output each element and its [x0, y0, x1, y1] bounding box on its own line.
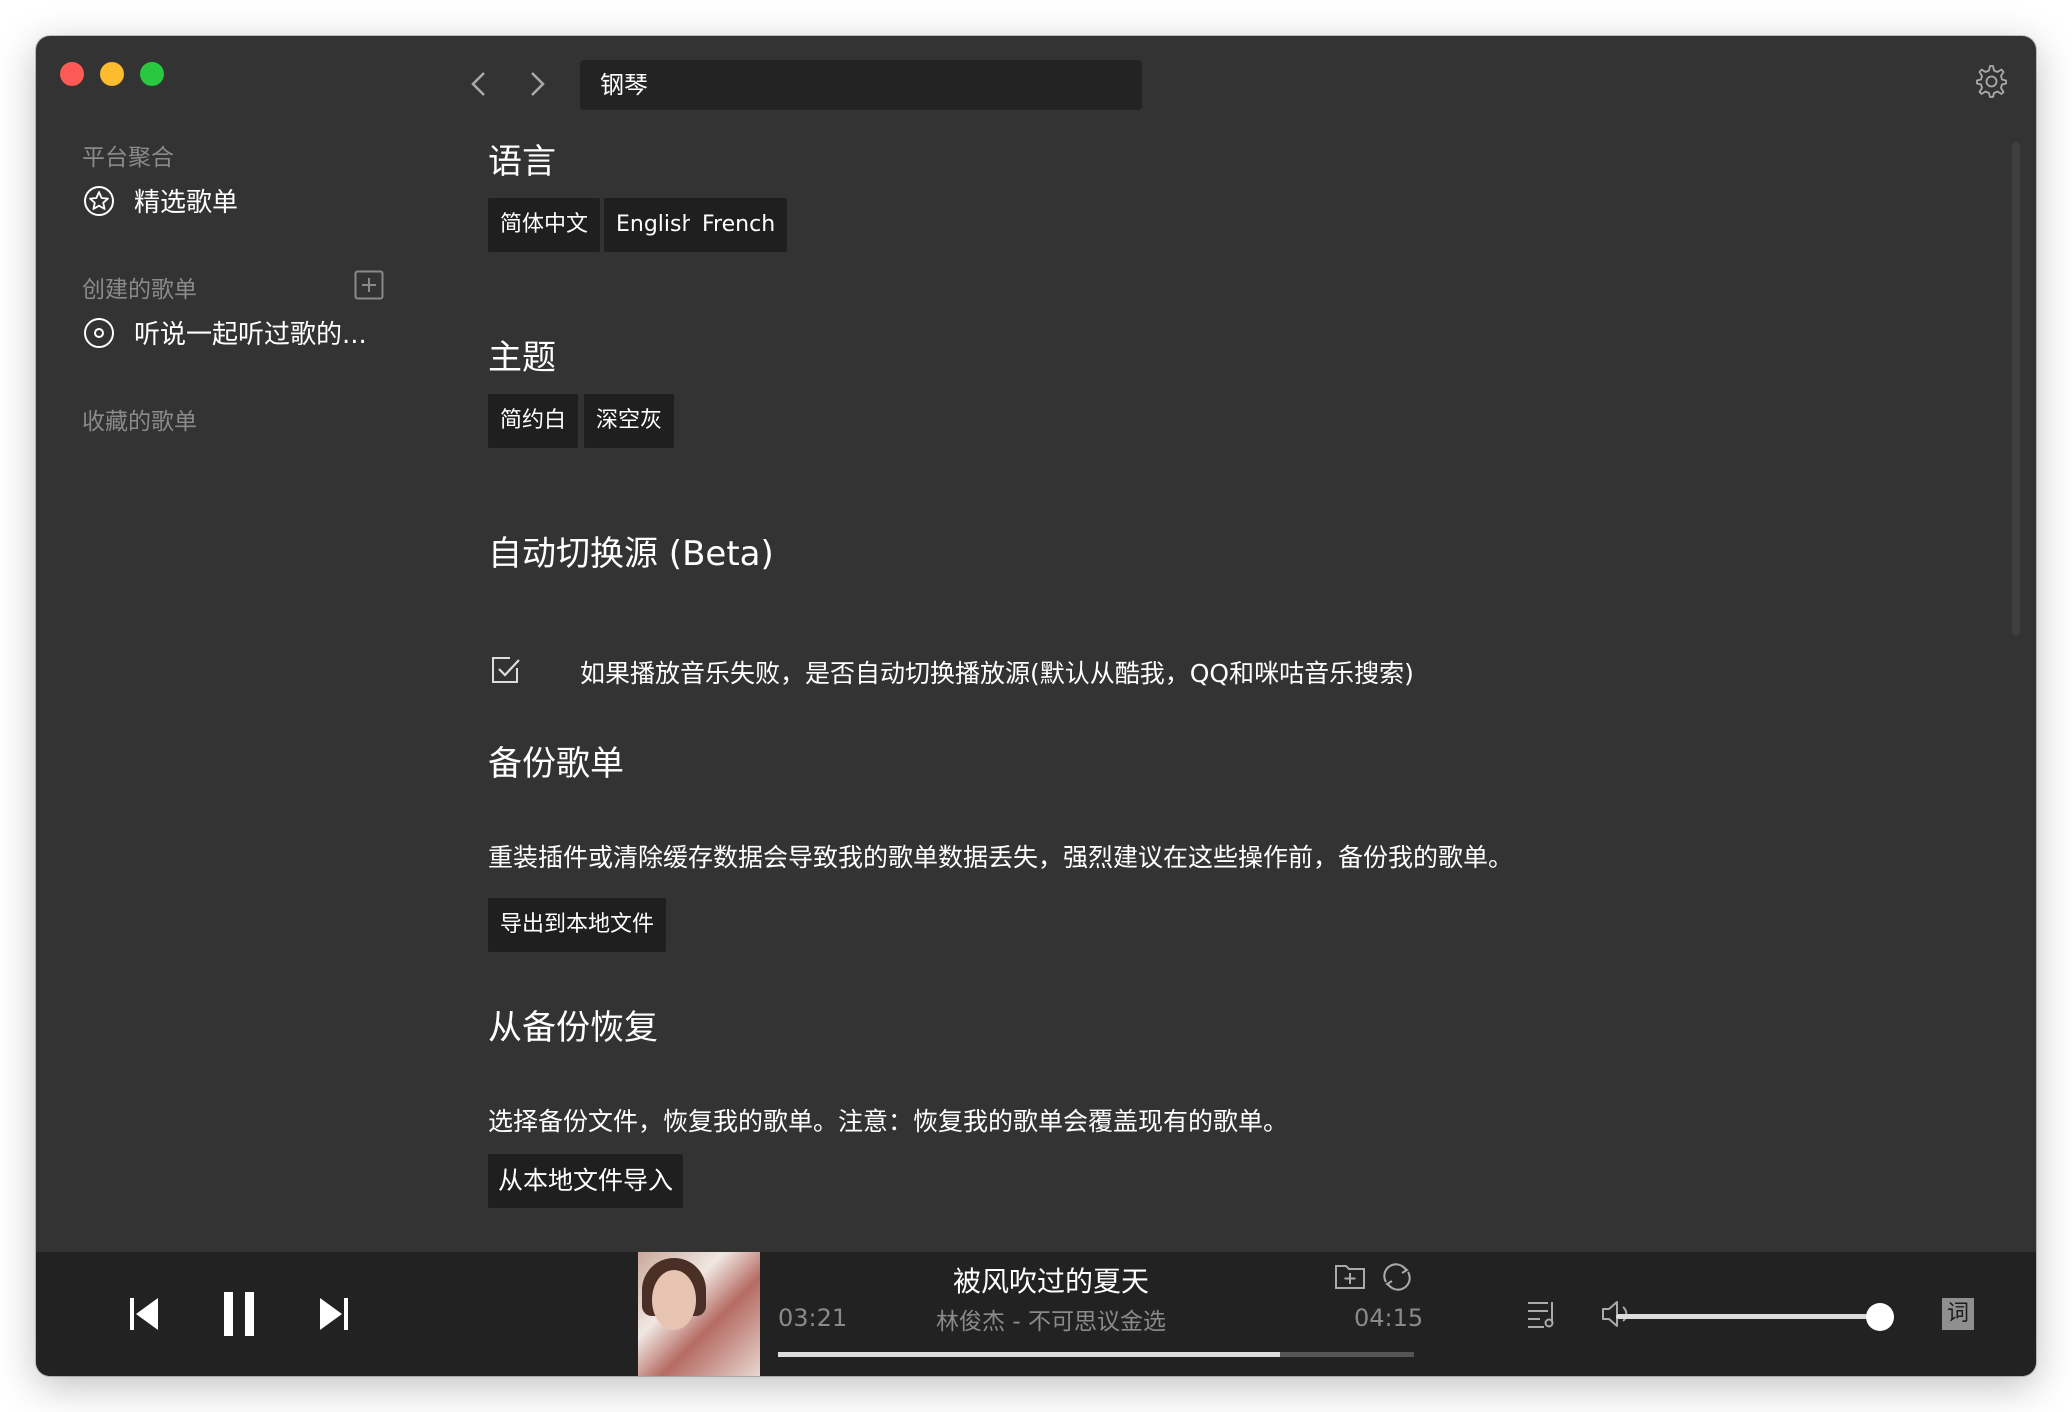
sidebar-item-playlist[interactable]: 听说一起听过歌的...	[82, 314, 367, 351]
section-favorites: 收藏的歌单	[82, 409, 197, 435]
theme-option-white[interactable]: 简约白	[488, 394, 579, 448]
volume-slider[interactable]	[1616, 1314, 1880, 1319]
total-time: 04:15	[1354, 1304, 1424, 1332]
add-to-playlist-icon[interactable]	[1334, 1262, 1366, 1294]
section-platform: 平台聚合	[82, 145, 174, 171]
gear-icon[interactable]	[1972, 64, 2008, 100]
sidebar-item-label: 精选歌单	[134, 188, 239, 218]
theme-heading: 主题	[488, 338, 556, 378]
search-input[interactable]: 钢琴	[580, 60, 1142, 110]
progress-bar[interactable]	[778, 1352, 1414, 1357]
section-created: 创建的歌单	[82, 277, 197, 303]
progress-fill	[778, 1352, 1281, 1357]
lyric-button[interactable]: 词	[1942, 1298, 1974, 1330]
backup-description: 重装插件或清除缓存数据会导致我的歌单数据丢失，强烈建议在这些操作前，备份我的歌单…	[488, 843, 1514, 872]
restore-heading: 从备份恢复	[488, 1008, 658, 1048]
playlist-icon[interactable]	[1526, 1298, 1560, 1334]
language-heading: 语言	[488, 142, 556, 182]
back-icon[interactable]	[464, 68, 496, 100]
theme-option-gray[interactable]: 深空灰	[584, 394, 675, 448]
auto-switch-heading: 自动切换源 (Beta)	[488, 534, 774, 574]
volume-knob[interactable]	[1866, 1303, 1894, 1331]
prev-icon[interactable]	[128, 1296, 160, 1336]
song-artist: 林俊杰 - 不可思议金选	[936, 1309, 1166, 1335]
player-bar: 03:21 被风吹过的夏天 林俊杰 - 不可思议金选 04:15 词	[36, 1252, 2036, 1376]
auto-switch-label: 如果播放音乐失败，是否自动切换播放源(默认从酷我，QQ和咪咕音乐搜索)	[580, 659, 1414, 688]
language-option-fr[interactable]: French	[690, 198, 788, 252]
album-cover[interactable]	[638, 1252, 760, 1376]
song-title: 被风吹过的夏天	[952, 1265, 1149, 1298]
scrollbar[interactable]	[2012, 142, 2020, 636]
sidebar-item-label: 听说一起听过歌的...	[134, 320, 367, 350]
forward-icon[interactable]	[520, 68, 552, 100]
backup-heading: 备份歌单	[488, 744, 624, 784]
export-button[interactable]: 导出到本地文件	[488, 898, 667, 952]
language-option-zh[interactable]: 简体中文	[488, 198, 601, 252]
sidebar: 平台聚合 精选歌单 创建的歌单 听说一起听过歌的... 收藏的歌单	[36, 36, 456, 1252]
star-icon	[82, 184, 116, 218]
import-button[interactable]: 从本地文件导入	[488, 1154, 684, 1208]
checkbox-icon[interactable]	[490, 654, 522, 686]
repeat-icon[interactable]	[1380, 1262, 1414, 1296]
pause-icon[interactable]	[222, 1290, 256, 1342]
restore-description: 选择备份文件，恢复我的歌单。注意：恢复我的歌单会覆盖现有的歌单。	[488, 1107, 1289, 1136]
next-icon[interactable]	[318, 1296, 350, 1336]
sidebar-item-featured[interactable]: 精选歌单	[82, 182, 238, 219]
app-window: 平台聚合 精选歌单 创建的歌单 听说一起听过歌的... 收藏的歌单 钢琴 语言 …	[36, 36, 2036, 1376]
disc-icon	[82, 316, 116, 350]
add-icon[interactable]	[354, 270, 384, 300]
